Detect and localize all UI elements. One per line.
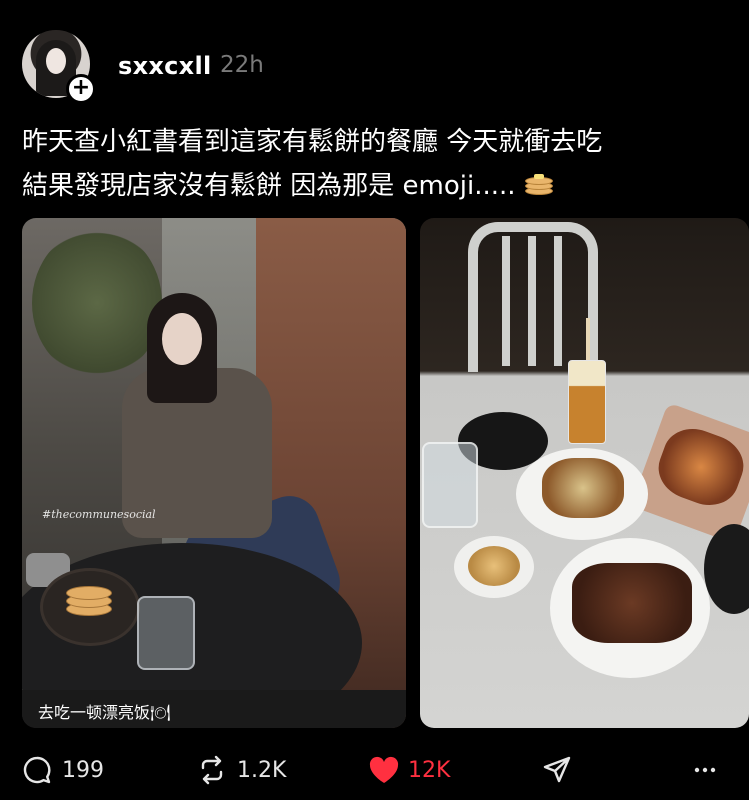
repost-button[interactable]: 1.2K (197, 754, 286, 786)
avatar-face (46, 48, 66, 74)
post-header: + sxxcxll 22h (22, 30, 722, 104)
water-glass (137, 596, 195, 670)
chair-slat (528, 236, 536, 366)
comment-count: 199 (62, 757, 104, 783)
post-image-1[interactable]: #thecommunesocial 去吃一顿漂亮饭🍽 (22, 218, 406, 728)
straw (586, 318, 590, 364)
action-bar: 199 1.2K 12K (22, 748, 727, 792)
person-face (162, 313, 202, 365)
dark-plate (704, 524, 749, 614)
post-text-line-2-wrap: 結果發現店家沒有鬆餅 因為那是 emoji..... (22, 164, 727, 208)
username[interactable]: sxxcxll (118, 52, 212, 80)
post-text-line-1: 昨天查小紅書看到這家有鬆餅的餐廳 今天就衝去吃 (22, 127, 603, 157)
repost-icon (197, 755, 227, 785)
water-glass (422, 442, 478, 528)
iced-drink (568, 360, 606, 444)
post-text-line-2: 結果發現店家沒有鬆餅 因為那是 emoji..... (22, 171, 516, 201)
pancake-emoji-icon (524, 173, 554, 197)
image-watermark: #thecommunesocial (42, 508, 156, 521)
chocolate-dessert (572, 563, 692, 643)
repost-count: 1.2K (237, 757, 287, 783)
pancake-stack (66, 580, 112, 618)
follow-plus-icon[interactable]: + (66, 74, 96, 104)
heart-icon (368, 755, 399, 785)
more-icon (690, 755, 720, 785)
toast-dish (542, 458, 624, 518)
like-count: 12K (408, 757, 451, 783)
snack (468, 546, 520, 586)
timestamp: 22h (220, 52, 264, 78)
chair-slat (502, 236, 510, 366)
comment-button[interactable]: 199 (22, 754, 104, 786)
image-caption: 去吃一顿漂亮饭🍽 (38, 703, 171, 722)
post-image-2[interactable] (420, 218, 749, 728)
share-icon (542, 755, 572, 785)
image-caption-bar: 去吃一顿漂亮饭🍽 (22, 690, 406, 728)
tree (32, 228, 162, 378)
comment-icon (22, 755, 52, 785)
more-button[interactable] (690, 754, 720, 786)
share-button[interactable] (542, 754, 572, 786)
chair-slat (554, 236, 562, 366)
post-text: 昨天查小紅書看到這家有鬆餅的餐廳 今天就衝去吃 結果發現店家沒有鬆餅 因為那是 … (22, 120, 727, 208)
like-button[interactable]: 12K (368, 754, 450, 786)
